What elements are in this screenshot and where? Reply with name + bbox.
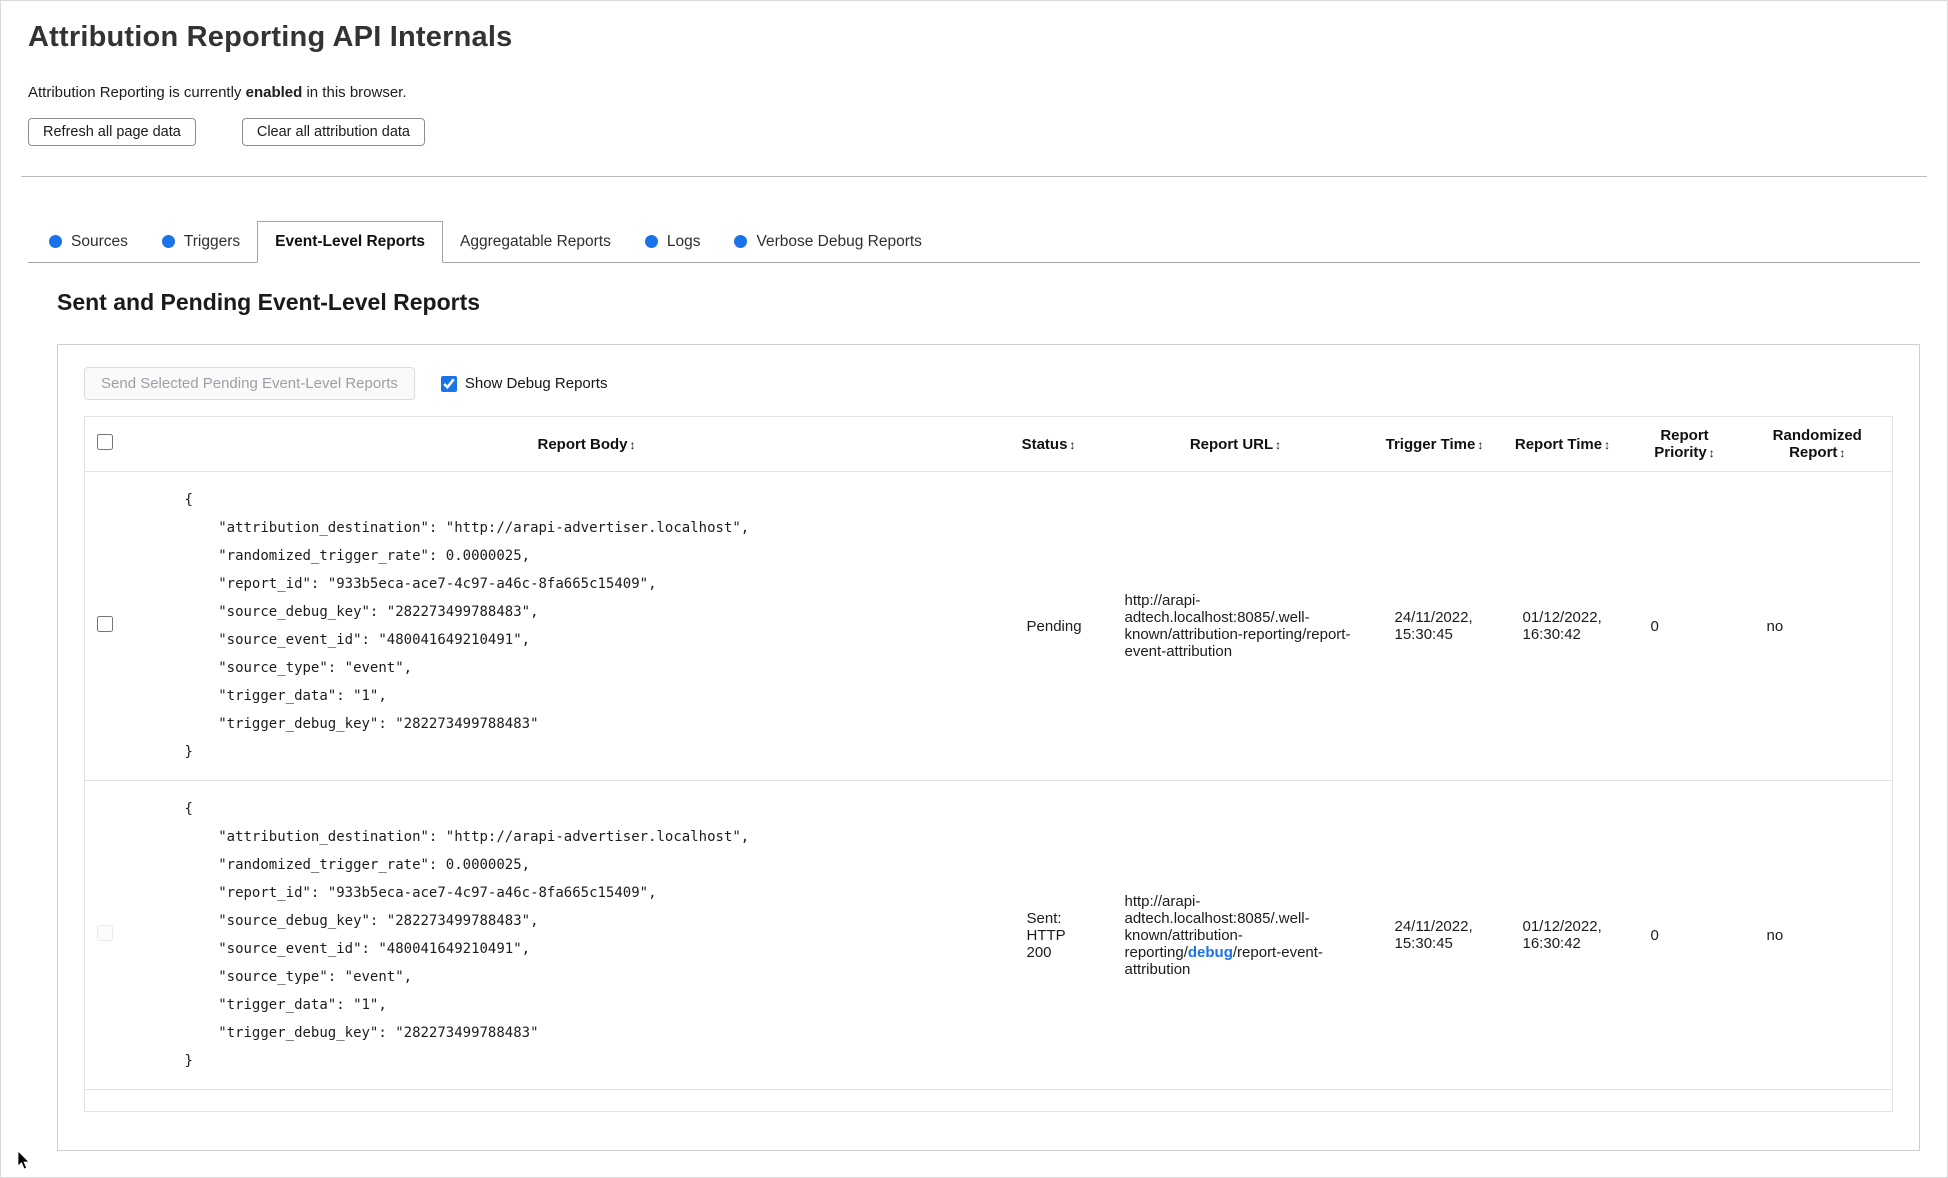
- col-header-status[interactable]: Status ↕: [997, 417, 1101, 472]
- col-header-report-body[interactable]: Report Body ↕: [177, 417, 997, 472]
- report-status: Sent: HTTP 200: [1026, 909, 1066, 961]
- sort-icon: ↕: [1477, 437, 1484, 452]
- sort-icon: ↕: [1604, 437, 1611, 452]
- report-priority: 0: [1650, 926, 1659, 944]
- debug-url-segment: debug: [1187, 943, 1233, 961]
- col-header-label: Trigger Time: [1385, 435, 1476, 453]
- table-header-row: Report Body ↕ Status ↕ Report URL ↕ Trigger…: [84, 417, 1893, 472]
- sort-icon: ↕: [1275, 437, 1282, 452]
- report-url: http://arapi-adtech.localhost:8085/.well…: [1101, 472, 1371, 781]
- show-debug-label: Show Debug Reports: [464, 375, 608, 392]
- send-selected-reports-button: Send Selected Pending Event-Level Report…: [84, 367, 415, 400]
- tab-label: Verbose Debug Reports: [756, 232, 922, 250]
- select-all-header: [85, 417, 177, 472]
- trigger-time: 24/11/2022, 15:30:45: [1394, 609, 1473, 643]
- col-header-label: Randomized Report: [1772, 427, 1862, 461]
- randomized-report: no: [1766, 926, 1784, 944]
- show-debug-toggle[interactable]: Show Debug Reports: [440, 375, 608, 392]
- sort-icon: ↕: [1069, 437, 1076, 452]
- row-checkbox-disabled: [97, 925, 113, 941]
- select-all-checkbox[interactable]: [97, 434, 113, 450]
- page-title: Attribution Reporting API Internals: [28, 21, 513, 53]
- report-time: 01/12/2022, 16:30:42: [1522, 609, 1602, 643]
- tab-label: Logs: [666, 232, 701, 250]
- tabstrip: Sources Triggers Event-Level Reports Agg…: [28, 221, 1920, 263]
- row-checkbox-cell: [85, 472, 177, 781]
- sources-data-dot-icon: [49, 235, 62, 248]
- status-text: Attribution Reporting is currently enabl…: [28, 84, 1920, 101]
- clear-all-button[interactable]: Clear all attribution data: [241, 118, 425, 146]
- triggers-data-dot-icon: [161, 235, 175, 248]
- logs-data-dot-icon: [644, 235, 658, 248]
- report-body-cell: { "attribution_destination": "http://ara…: [177, 781, 997, 1090]
- panel-controls: Send Selected Pending Event-Level Report…: [84, 367, 1893, 400]
- report-row-pending: { "attribution_destination": "http://ara…: [84, 472, 1893, 781]
- tab-verbose-debug-reports[interactable]: Verbose Debug Reports: [717, 221, 938, 262]
- status-prefix: Attribution Reporting is currently: [28, 84, 246, 101]
- status-suffix: in this browser.: [302, 84, 407, 101]
- event-level-reports-panel: Sent and Pending Event-Level Reports Sen…: [1, 263, 1947, 1151]
- report-body-json: { "attribution_destination": "http://ara…: [184, 492, 750, 760]
- header-divider: [21, 176, 1927, 177]
- attribution-internals-page: Attribution Reporting API Internals Attr…: [0, 0, 1948, 1178]
- refresh-all-button[interactable]: Refresh all page data: [28, 118, 196, 146]
- tab-triggers[interactable]: Triggers: [145, 221, 257, 262]
- sort-icon: ↕: [1839, 446, 1846, 460]
- report-time: 01/12/2022, 16:30:42: [1522, 918, 1602, 952]
- col-header-label: Report URL: [1189, 435, 1274, 453]
- sort-icon: ↕: [1708, 446, 1715, 460]
- tab-label: Event-Level Reports: [275, 233, 426, 250]
- col-header-report-time[interactable]: Report Time ↕: [1499, 417, 1627, 472]
- tab-event-level-reports[interactable]: Event-Level Reports: [257, 221, 444, 263]
- report-status: Pending: [1026, 617, 1082, 635]
- randomized-report: no: [1766, 617, 1784, 635]
- mouse-cursor-icon: [17, 1151, 30, 1170]
- col-header-label: Status: [1021, 435, 1068, 453]
- report-priority: 0: [1650, 617, 1659, 635]
- col-header-report-url[interactable]: Report URL ↕: [1101, 417, 1371, 472]
- report-body-json: { "attribution_destination": "http://ara…: [184, 801, 750, 1069]
- col-header-report-priority[interactable]: Report Priority ↕: [1627, 417, 1743, 472]
- header-buttons: Refresh all page data Clear all attribut…: [28, 118, 1920, 146]
- reports-table: Report Body ↕ Status ↕ Report URL ↕ Trigger…: [84, 416, 1893, 1112]
- section-heading: Sent and Pending Event-Level Reports: [57, 289, 481, 315]
- tab-label: Sources: [71, 232, 128, 250]
- sort-icon: ↕: [629, 437, 636, 452]
- table-footer-spacer: [84, 1090, 1893, 1112]
- row-checkbox[interactable]: [97, 616, 113, 632]
- col-header-label: Report Body: [537, 435, 628, 453]
- status-emphasis: enabled: [245, 84, 303, 101]
- col-header-label: Report Time: [1514, 435, 1603, 453]
- verbose-debug-data-dot-icon: [734, 235, 748, 248]
- tab-logs[interactable]: Logs: [628, 221, 718, 262]
- row-checkbox-cell: [85, 781, 177, 1090]
- report-url-text: http://arapi-adtech.localhost:8085/.well…: [1124, 592, 1351, 660]
- col-header-randomized-report[interactable]: Randomized Report ↕: [1743, 417, 1893, 472]
- reports-panel: Send Selected Pending Event-Level Report…: [57, 344, 1920, 1151]
- trigger-time: 24/11/2022, 15:30:45: [1394, 918, 1473, 952]
- col-header-trigger-time[interactable]: Trigger Time ↕: [1371, 417, 1499, 472]
- tab-label: Aggregatable Reports: [460, 232, 611, 250]
- tab-sources[interactable]: Sources: [32, 221, 145, 262]
- page-header: Attribution Reporting API Internals Attr…: [1, 1, 1947, 146]
- report-row-sent: { "attribution_destination": "http://ara…: [84, 781, 1893, 1090]
- show-debug-checkbox[interactable]: [440, 375, 457, 392]
- tab-aggregatable-reports[interactable]: Aggregatable Reports: [443, 221, 628, 262]
- report-url: http://arapi-adtech.localhost:8085/.well…: [1101, 781, 1371, 1090]
- tab-label: Triggers: [183, 232, 241, 250]
- col-header-label: Report Priority: [1654, 427, 1709, 461]
- report-body-cell: { "attribution_destination": "http://ara…: [177, 472, 997, 781]
